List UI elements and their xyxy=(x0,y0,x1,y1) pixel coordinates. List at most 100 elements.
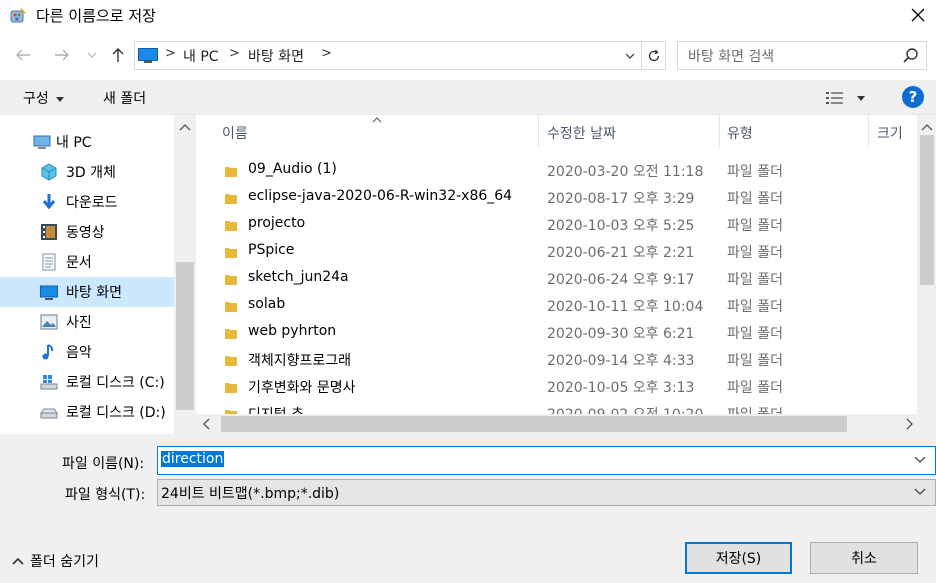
file-row[interactable]: 객체지향프로그래 2020-09-14 오후 4:33 파일 폴더 xyxy=(220,347,900,374)
file-name: 09_Audio (1) xyxy=(248,161,337,177)
folder-icon xyxy=(225,329,237,339)
column-divider[interactable] xyxy=(719,115,720,147)
file-date: 2020-09-14 오후 4:33 xyxy=(547,353,695,369)
new-folder-button[interactable]: 새 폴더 xyxy=(103,88,146,108)
address-bar[interactable]: > 내 PC > 바탕 화면 > xyxy=(134,41,666,70)
organize-menu-button[interactable]: 구성 xyxy=(23,88,65,108)
file-name: PSpice xyxy=(248,242,295,258)
drive-icon xyxy=(40,408,58,419)
column-header-type[interactable]: 유형 xyxy=(727,123,753,143)
file-list: 이름 수정한 날짜 유형 크기 09_Audio (1) 2020-03-20 … xyxy=(196,115,936,434)
column-header-size[interactable]: 크기 xyxy=(877,123,903,143)
back-button[interactable] xyxy=(10,41,36,69)
window-title: 다른 이름으로 저장 xyxy=(36,7,156,25)
horizontal-scrollbar-thumb[interactable] xyxy=(221,416,847,432)
folder-icon xyxy=(225,302,237,312)
scroll-left-icon[interactable] xyxy=(202,418,210,430)
file-row[interactable]: projecto 2020-10-03 오후 5:25 파일 폴더 xyxy=(220,212,900,239)
sidebar-item-drive-c[interactable]: 로컬 디스크 (C:) xyxy=(0,367,174,397)
search-box[interactable]: 바탕 화면 검색 xyxy=(677,41,927,70)
help-button[interactable]: ? xyxy=(902,86,924,108)
search-input[interactable]: 바탕 화면 검색 xyxy=(688,46,774,66)
file-row[interactable]: 기후변화와 문명사 2020-10-05 오후 3:13 파일 폴더 xyxy=(220,374,900,401)
file-name: 디지털 추 xyxy=(248,404,304,414)
file-date: 2020-09-30 오후 6:21 xyxy=(547,326,695,342)
forward-button[interactable] xyxy=(49,41,75,69)
file-row[interactable]: eclipse-java-2020-06-R-win32-x86_64 2020… xyxy=(220,185,900,212)
sidebar-item-label: 로컬 디스크 (D:) xyxy=(66,405,166,421)
scroll-right-icon[interactable] xyxy=(906,418,914,430)
address-dropdown-button[interactable] xyxy=(619,42,641,69)
file-date: 2020-03-20 오전 11:18 xyxy=(547,164,704,180)
vertical-scrollbar-thumb[interactable] xyxy=(920,135,934,285)
chevron-down-icon[interactable] xyxy=(914,456,926,464)
breadcrumb-desktop[interactable]: 바탕 화면 xyxy=(248,46,304,66)
navigation-scrollbar-thumb[interactable] xyxy=(176,262,194,410)
sidebar-item-documents[interactable]: 문서 xyxy=(0,247,174,277)
file-type: 파일 폴더 xyxy=(727,191,783,207)
folder-icon xyxy=(225,356,237,366)
scroll-up-icon[interactable] xyxy=(921,123,933,131)
sidebar-item-videos[interactable]: 동영상 xyxy=(0,217,174,247)
sidebar-item-pictures[interactable]: 사진 xyxy=(0,307,174,337)
arrow-up-icon xyxy=(112,48,124,62)
file-type: 파일 폴더 xyxy=(727,299,783,315)
breadcrumb-this-pc[interactable]: 내 PC xyxy=(183,46,219,66)
chevron-down-icon xyxy=(87,52,97,58)
file-row[interactable]: solab 2020-10-11 오후 10:04 파일 폴더 xyxy=(220,293,900,320)
save-button[interactable]: 저장(S) xyxy=(685,542,792,574)
view-options-button[interactable] xyxy=(826,89,870,107)
file-date: 2020-08-17 오후 3:29 xyxy=(547,191,695,207)
sidebar-item-desktop[interactable]: 바탕 화면 xyxy=(0,277,174,307)
hide-folders-button[interactable]: 폴더 숨기기 xyxy=(12,551,99,571)
download-icon xyxy=(42,194,56,210)
navigation-pane: 내 PC 3D 개체 다운로드 동영상 문서 바탕 화면 사진 음악 로컬 디스… xyxy=(0,115,196,434)
sidebar-item-downloads[interactable]: 다운로드 xyxy=(0,187,174,217)
column-header-name[interactable]: 이름 xyxy=(222,123,248,143)
sort-ascending-icon xyxy=(372,117,382,123)
sidebar-item-drive-d[interactable]: 로컬 디스크 (D:) xyxy=(0,397,174,427)
sidebar-item-label: 로컬 디스크 (C:) xyxy=(66,375,165,391)
file-name: projecto xyxy=(248,215,306,231)
filename-value[interactable]: direction xyxy=(161,451,225,467)
title-bar: 다른 이름으로 저장 xyxy=(0,0,936,32)
scroll-up-icon[interactable] xyxy=(179,123,191,131)
column-divider[interactable] xyxy=(538,115,539,147)
sidebar-item-label: 다운로드 xyxy=(66,195,118,211)
sidebar-item-music[interactable]: 음악 xyxy=(0,337,174,367)
filetype-label: 파일 형식(T): xyxy=(65,487,146,503)
sidebar-item-label: 내 PC xyxy=(56,135,92,151)
file-type: 파일 폴더 xyxy=(727,404,783,414)
organize-label: 구성 xyxy=(23,91,49,107)
column-header-date[interactable]: 수정한 날짜 xyxy=(547,123,616,143)
chevron-up-icon xyxy=(12,557,24,565)
filename-field[interactable]: direction xyxy=(157,446,936,475)
recent-locations-button[interactable] xyxy=(82,41,102,69)
breadcrumb-separator: > xyxy=(165,46,176,61)
up-button[interactable] xyxy=(105,41,131,69)
breadcrumb-separator: > xyxy=(229,46,240,61)
close-button[interactable] xyxy=(900,0,936,30)
file-row[interactable]: 디지털 추 2020-09-02 오전 10:20 파일 폴더 xyxy=(220,401,900,414)
file-date: 2020-06-21 오후 2:21 xyxy=(547,245,695,261)
folder-icon xyxy=(225,248,237,258)
file-name: solab xyxy=(248,296,286,312)
pictures-icon xyxy=(40,314,58,330)
file-row[interactable]: PSpice 2020-06-21 오후 2:21 파일 폴더 xyxy=(220,239,900,266)
file-row[interactable]: 09_Audio (1) 2020-03-20 오전 11:18 파일 폴더 xyxy=(220,158,900,185)
filetype-select[interactable]: 24비트 비트맵(*.bmp;*.dib) xyxy=(157,479,936,506)
file-date: 2020-10-03 오후 5:25 xyxy=(547,218,695,234)
file-name: sketch_jun24a xyxy=(248,269,349,285)
filetype-value: 24비트 비트맵(*.bmp;*.dib) xyxy=(161,486,340,502)
file-name: 객체지향프로그래 xyxy=(248,353,352,369)
column-divider[interactable] xyxy=(868,115,869,147)
sidebar-item-this-pc[interactable]: 내 PC xyxy=(0,127,174,157)
document-icon xyxy=(42,253,56,271)
cancel-button[interactable]: 취소 xyxy=(810,542,918,574)
sidebar-item-3d-objects[interactable]: 3D 개체 xyxy=(0,157,174,187)
file-row[interactable]: web pyhrton 2020-09-30 오후 6:21 파일 폴더 xyxy=(220,320,900,347)
paint-app-icon xyxy=(10,7,26,23)
file-date: 2020-06-24 오후 9:17 xyxy=(547,272,695,288)
refresh-button[interactable] xyxy=(641,42,665,69)
file-row[interactable]: sketch_jun24a 2020-06-24 오후 9:17 파일 폴더 xyxy=(220,266,900,293)
